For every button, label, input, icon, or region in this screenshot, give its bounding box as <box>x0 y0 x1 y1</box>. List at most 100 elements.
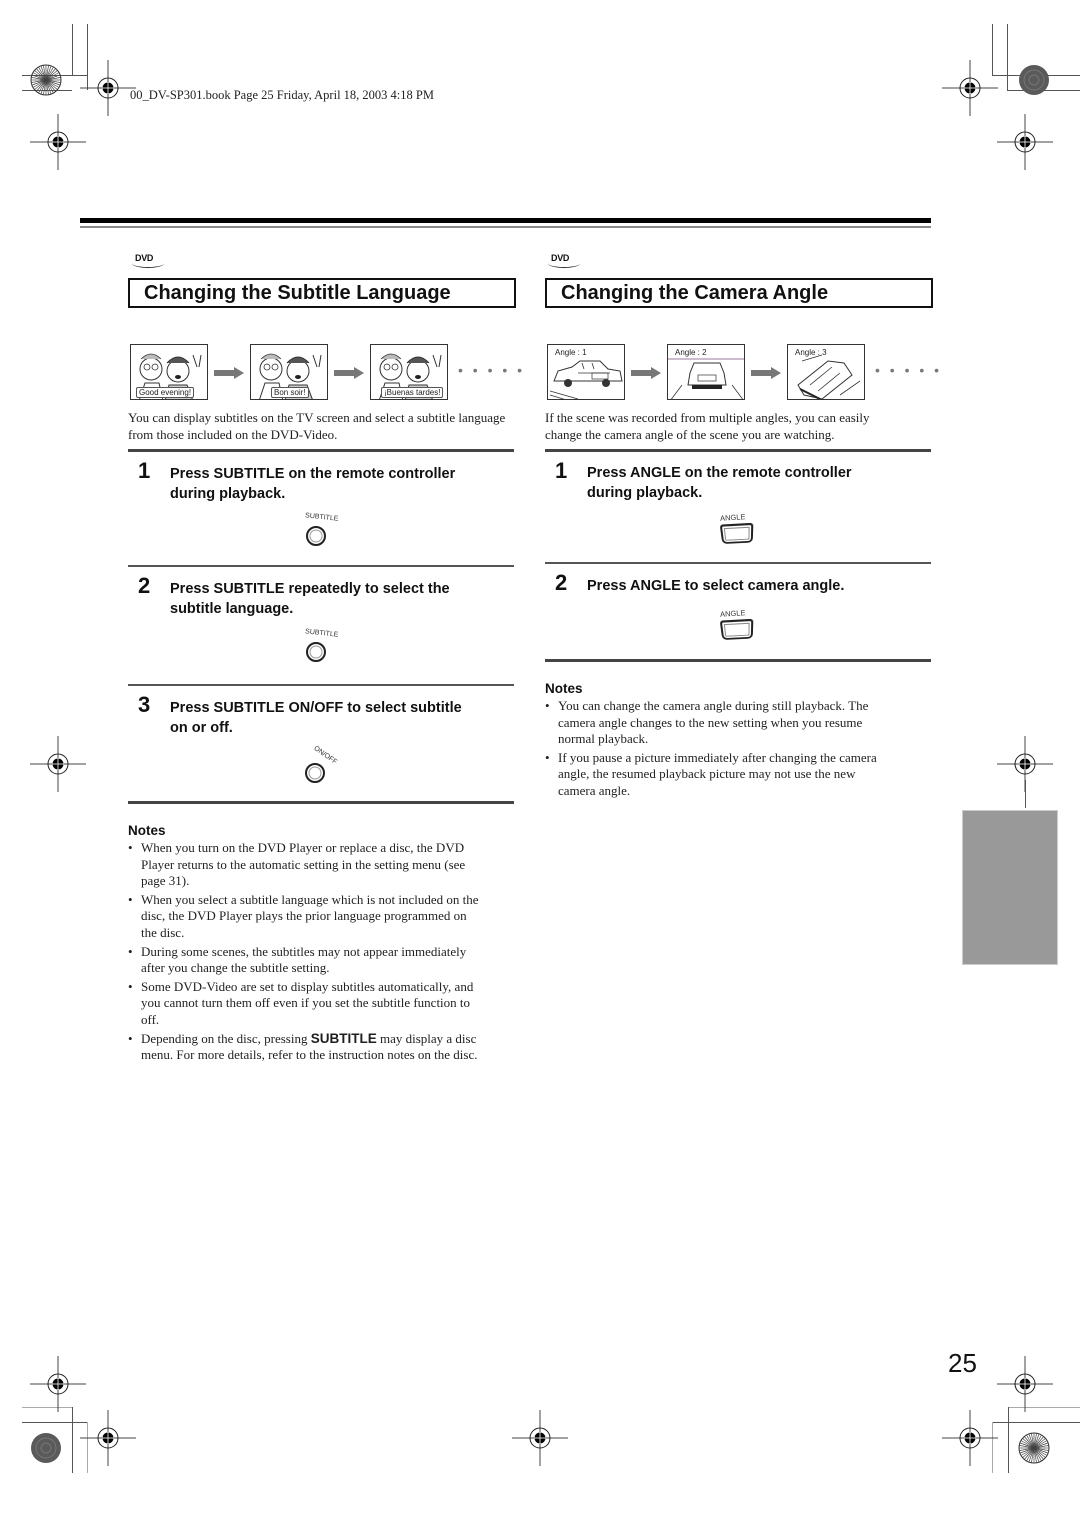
registration-target-icon <box>30 114 86 170</box>
step-line: Press SUBTITLE on the remote controller <box>170 466 456 482</box>
note-line: You can change the camera angle during s… <box>558 698 869 713</box>
note-line: When you select a subtitle language whic… <box>141 891 479 907</box>
step-line: Press ANGLE on the remote controller <box>587 465 852 481</box>
subtitle-illustration: Bon soir! <box>250 344 328 400</box>
step-number: 1 <box>138 458 151 483</box>
separator <box>128 565 514 567</box>
note-text: Depending on the disc, pressing <box>141 1030 311 1046</box>
subtitle-button-icon <box>306 642 326 662</box>
note-line: If you pause a picture immediately after… <box>558 749 877 765</box>
note-item: Depending on the disc, pressing SUBTITLE… <box>128 1031 520 1064</box>
section-title: Changing the Camera Angle <box>561 282 829 304</box>
top-rule <box>80 218 931 223</box>
separator <box>128 801 514 804</box>
step-line: during playback. <box>170 486 286 502</box>
section-title-box: Changing the Camera Angle <box>545 278 933 308</box>
note-item: When you select a subtitle language whic… <box>128 892 520 942</box>
notes-list: You can change the camera angle during s… <box>545 698 937 802</box>
step-line: Press SUBTITLE ON/OFF to select subtitle <box>170 700 462 716</box>
notes-title: Notes <box>128 823 166 838</box>
on-off-button-icon <box>305 763 325 783</box>
note-line: disc, the DVD Player plays the prior lan… <box>141 908 467 924</box>
crop-line <box>1025 780 1026 808</box>
separator <box>128 449 514 452</box>
arrow-right-icon <box>631 366 661 379</box>
button-label: SUBTITLE <box>304 512 339 523</box>
separator <box>128 684 514 686</box>
angle-illustration: Angle : 2 <box>667 344 745 400</box>
top-rule-secondary <box>80 226 931 228</box>
arrow-right-icon <box>334 366 364 379</box>
intro-text: If the scene was recorded from multiple … <box>545 409 935 443</box>
step-line: subtitle language. <box>170 601 294 617</box>
step-instruction: Press ANGLE on the remote controller dur… <box>587 463 852 503</box>
note-line: menu. For more details, refer to the ins… <box>141 1047 478 1063</box>
step-line: Press SUBTITLE repeatedly to select the <box>170 581 450 597</box>
dvd-badge: DVD <box>548 253 580 268</box>
subtitle-caption: Good evening! <box>136 387 195 398</box>
note-item: During some scenes, the subtitles may no… <box>128 944 520 977</box>
angle-caption: Angle : 2 <box>675 348 707 357</box>
step-number: 2 <box>555 570 568 595</box>
continuation-dots: • • • • • <box>875 362 943 378</box>
continuation-dots: • • • • • <box>458 362 526 378</box>
registration-target-icon <box>942 60 998 116</box>
arrow-right-icon <box>214 366 244 379</box>
notes-title: Notes <box>545 681 583 696</box>
note-line: camera angle. <box>558 782 631 798</box>
angle-button-icon <box>719 522 754 545</box>
subtitle-illustration: ¡Buenas tardes! <box>370 344 448 400</box>
button-label: ANGLE <box>719 512 746 523</box>
note-line: During some scenes, the subtitles may no… <box>141 943 467 959</box>
step-instruction: Press ANGLE to select camera angle. <box>587 576 844 596</box>
section-title: Changing the Subtitle Language <box>144 282 451 304</box>
intro-text: You can display subtitles on the TV scre… <box>128 410 506 442</box>
chapter-side-tab <box>962 810 1058 965</box>
starburst-icon <box>1018 1432 1050 1469</box>
note-item: You can change the camera angle during s… <box>545 698 937 748</box>
step-line: during playback. <box>587 485 703 501</box>
note-line: page 31). <box>141 873 190 889</box>
note-item: If you pause a picture immediately after… <box>545 750 937 800</box>
note-text: may display a disc <box>376 1030 477 1046</box>
note-line: off. <box>141 1011 160 1027</box>
subtitle-caption: Bon soir! <box>271 387 309 398</box>
moire-disk-icon <box>30 1432 62 1469</box>
step-instruction: Press SUBTITLE ON/OFF to select subtitle… <box>170 698 462 738</box>
registration-target-icon <box>30 736 86 792</box>
angle-illustration: Angle : 3 <box>787 344 865 400</box>
registration-target-icon <box>512 1410 568 1466</box>
step-number: 2 <box>138 573 151 598</box>
intro-line: change the camera angle of the scene you… <box>545 427 835 442</box>
registration-target-icon <box>942 1410 998 1466</box>
separator <box>545 449 931 452</box>
note-item: Some DVD-Video are set to display subtit… <box>128 979 520 1029</box>
subtitle-button-icon <box>306 526 326 546</box>
note-line: after you change the subtitle setting. <box>141 960 330 976</box>
note-line: Player returns to the automatic setting … <box>141 856 466 872</box>
registration-target-icon <box>997 1356 1053 1412</box>
angle-button-icon <box>719 618 754 641</box>
note-line: you cannot turn them off even if you set… <box>141 995 471 1011</box>
button-label: SUBTITLE <box>304 628 339 639</box>
subtitle-caption: ¡Buenas tardes! <box>381 387 444 398</box>
registration-target-icon <box>80 60 136 116</box>
angle-caption: Angle : 3 <box>795 348 827 357</box>
dvd-badge: DVD <box>132 253 164 268</box>
section-title-box: Changing the Subtitle Language <box>128 278 516 308</box>
subtitle-illustration: Good evening! <box>130 344 208 400</box>
note-line: camera angle changes to the new setting … <box>558 714 863 730</box>
note-line: normal playback. <box>558 731 649 747</box>
angle-illustration: Angle : 1 <box>547 344 625 400</box>
note-item: When you turn on the DVD Player or repla… <box>128 840 520 890</box>
notes-list: When you turn on the DVD Player or repla… <box>128 840 520 1066</box>
step-instruction: Press SUBTITLE on the remote controller … <box>170 464 455 504</box>
print-header: 00_DV-SP301.book Page 25 Friday, April 1… <box>130 88 434 102</box>
step-number: 1 <box>555 458 568 483</box>
registration-target-icon <box>30 1356 86 1412</box>
arrow-right-icon <box>751 366 781 379</box>
note-line: Depending on the disc, pressing SUBTITLE… <box>141 1031 520 1048</box>
intro-line: If the scene was recorded from multiple … <box>545 410 870 425</box>
note-line: Some DVD-Video are set to display subtit… <box>141 978 474 994</box>
starburst-icon <box>30 64 62 101</box>
